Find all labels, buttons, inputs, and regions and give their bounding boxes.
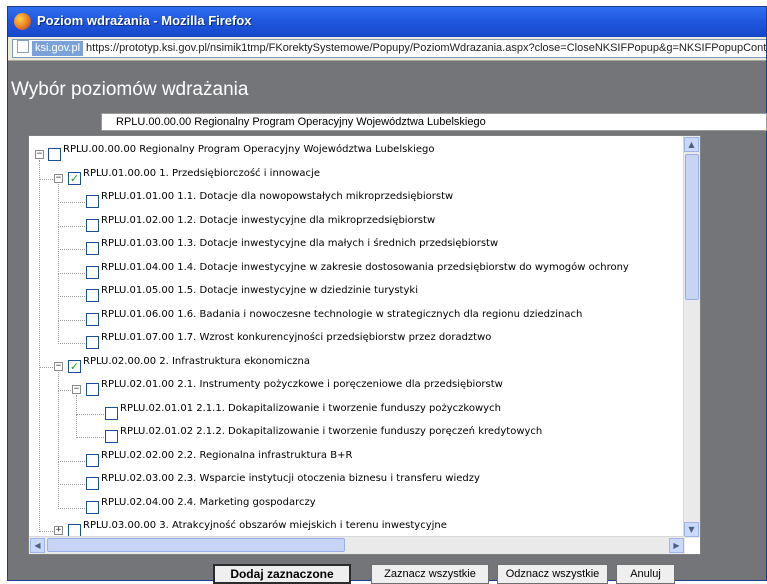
tree-panel: − RPLU.00.00.00 Regionalny Program Operac… xyxy=(28,135,701,555)
tree-node-checkbox[interactable] xyxy=(105,430,118,443)
tree-node[interactable]: RPLU.01.03.00 1.3. Dotacje inwestycyjne … xyxy=(29,238,685,260)
left-arrow-icon[interactable]: ◀ xyxy=(30,538,45,553)
tree-node-label[interactable]: RPLU.02.01.00 2.1. Instrumenty pożyczkow… xyxy=(101,379,503,390)
add-selected-button[interactable]: Dodaj zaznaczone xyxy=(213,564,351,584)
tree-node[interactable]: RPLU.02.01.02 2.1.2. Dokapitalizowanie i… xyxy=(29,426,685,448)
tree-node-label[interactable]: RPLU.01.02.00 1.2. Dotacje inwestycyjne … xyxy=(101,215,435,226)
tree-node[interactable]: − RPLU.00.00.00 Regionalny Program Operac… xyxy=(29,144,685,166)
expand-toggle-icon[interactable]: + xyxy=(54,526,63,535)
up-arrow-icon[interactable]: ▲ xyxy=(684,137,699,152)
tree-node-label[interactable]: RPLU.00.00.00 Regionalny Program Operacy… xyxy=(63,144,435,155)
tree-node-label[interactable]: RPLU.02.03.00 2.3. Wsparcie instytucji o… xyxy=(101,473,480,484)
tree-node-label[interactable]: RPLU.01.03.00 1.3. Dotacje inwestycyjne … xyxy=(101,238,498,249)
horizontal-scrollbar[interactable]: ◀ ▶ xyxy=(29,536,685,554)
tree-view: − RPLU.00.00.00 Regionalny Program Operac… xyxy=(29,136,685,538)
collapse-toggle-icon[interactable]: − xyxy=(54,173,63,183)
tree-node-checkbox[interactable] xyxy=(86,500,99,514)
tree-node[interactable]: RPLU.01.01.00 1.1. Dotacje dla nowopowst… xyxy=(29,191,685,213)
tree-node-checkbox-checked[interactable]: ✓ xyxy=(68,171,81,185)
window-title: Poziom wdrażania - Mozilla Firefox xyxy=(37,13,252,28)
address-bar: ksi.gov.pl https://prototyp.ksi.gov.pl/ns… xyxy=(8,37,766,61)
tree-node-label[interactable]: RPLU.01.07.00 1.7. Wzrost konkurencyjnoś… xyxy=(101,332,491,343)
select-all-button[interactable]: Zaznacz wszystkie xyxy=(371,564,489,584)
tree-node[interactable]: − RPLU.02.01.00 2.1. Instrumenty pożyczko… xyxy=(29,379,685,401)
tree-node-label[interactable]: RPLU.02.01.02 2.1.2. Dokapitalizowanie i… xyxy=(120,426,542,437)
down-arrow-icon[interactable]: ▼ xyxy=(684,522,699,537)
selected-value-field[interactable]: RPLU.00.00.00 Regionalny Program Operacy… xyxy=(101,113,767,131)
tree-node-checkbox[interactable] xyxy=(86,312,99,326)
vertical-scrollbar[interactable]: ▲ ▼ xyxy=(683,136,700,538)
tree-node[interactable]: − ✓ RPLU.01.00.00 1. Przedsiębiorczość i i… xyxy=(29,168,685,190)
tree-node-label[interactable]: RPLU.02.02.00 2.2. Regionalna infrastruk… xyxy=(101,450,352,461)
tree-node[interactable]: RPLU.01.04.00 1.4. Dotacje inwestycyjne … xyxy=(29,262,685,284)
tree-node-label[interactable]: RPLU.02.04.00 2.4. Marketing gospodarczy xyxy=(101,497,316,508)
url-field[interactable]: ksi.gov.pl https://prototyp.ksi.gov.pl/ns… xyxy=(12,39,767,58)
tree-node[interactable]: − ✓ RPLU.02.00.00 2. Infrastruktura ekonom… xyxy=(29,356,685,378)
tree-node-label[interactable]: RPLU.03.00.00 3. Atrakcyjność obszarów m… xyxy=(83,520,447,531)
tree-node-checkbox[interactable] xyxy=(86,453,99,467)
tree-node[interactable]: RPLU.01.07.00 1.7. Wzrost konkurencyjnoś… xyxy=(29,332,685,354)
tree-node-label[interactable]: RPLU.01.06.00 1.6. Badania i nowoczesne … xyxy=(101,309,582,320)
tree-node-checkbox[interactable] xyxy=(86,242,99,255)
tree-node-label[interactable]: RPLU.01.04.00 1.4. Dotacje inwestycyjne … xyxy=(101,262,629,273)
url-text: https://prototyp.ksi.gov.pl/nsimik1tmp/F… xyxy=(86,42,767,54)
tree-node-checkbox[interactable] xyxy=(86,289,99,302)
dialog-heading: Wybór poziomów wdrażania xyxy=(11,79,249,100)
tree-node-checkbox[interactable] xyxy=(86,383,99,396)
collapse-toggle-icon[interactable]: − xyxy=(72,385,81,394)
tree-node-checkbox-checked[interactable]: ✓ xyxy=(68,359,81,373)
tree-node-checkbox[interactable] xyxy=(86,477,99,490)
tree-node-label[interactable]: RPLU.01.01.00 1.1. Dotacje dla nowopowst… xyxy=(101,191,453,202)
collapse-toggle-icon[interactable]: − xyxy=(54,361,63,371)
tree-node[interactable]: RPLU.01.06.00 1.6. Badania i nowoczesne … xyxy=(29,309,685,331)
tree-node-checkbox[interactable] xyxy=(86,195,99,208)
tree-node-checkbox[interactable] xyxy=(86,265,99,279)
horizontal-scroll-thumb[interactable] xyxy=(47,538,345,552)
deselect-all-button[interactable]: Odznacz wszystkie xyxy=(497,564,608,584)
title-bar[interactable]: Poziom wdrażania - Mozilla Firefox xyxy=(8,7,766,37)
tree-node-label[interactable]: RPLU.02.01.01 2.1.1. Dokapitalizowanie i… xyxy=(120,403,501,414)
tree-node[interactable]: RPLU.02.03.00 2.3. Wsparcie instytucji o… xyxy=(29,473,685,495)
page-icon xyxy=(17,40,29,53)
tree-node[interactable]: RPLU.02.04.00 2.4. Marketing gospodarczy xyxy=(29,497,685,519)
cancel-button[interactable]: Anuluj xyxy=(616,564,675,584)
site-identity[interactable]: ksi.gov.pl xyxy=(32,41,84,56)
right-arrow-icon[interactable]: ▶ xyxy=(669,538,684,553)
tree-node-label[interactable]: RPLU.01.05.00 1.5. Dotacje inwestycyjne … xyxy=(101,285,418,296)
tree-node-checkbox[interactable] xyxy=(105,406,118,420)
tree-node-checkbox[interactable] xyxy=(86,218,99,232)
tree-node-checkbox[interactable] xyxy=(86,336,99,349)
tree-node[interactable]: RPLU.02.02.00 2.2. Regionalna infrastruk… xyxy=(29,450,685,472)
firefox-icon xyxy=(14,13,31,30)
tree-node[interactable]: RPLU.01.05.00 1.5. Dotacje inwestycyjne … xyxy=(29,285,685,307)
tree-node[interactable]: RPLU.02.01.01 2.1.1. Dokapitalizowanie i… xyxy=(29,403,685,425)
tree-node-label[interactable]: RPLU.02.00.00 2. Infrastruktura ekonomic… xyxy=(83,356,310,367)
tree-node[interactable]: RPLU.01.02.00 1.2. Dotacje inwestycyjne … xyxy=(29,215,685,237)
vertical-scroll-thumb[interactable] xyxy=(685,154,699,300)
tree-node-checkbox[interactable] xyxy=(48,148,61,161)
collapse-toggle-icon[interactable]: − xyxy=(35,150,44,159)
tree-node-label[interactable]: RPLU.01.00.00 1. Przedsiębiorczość i inn… xyxy=(83,168,320,179)
